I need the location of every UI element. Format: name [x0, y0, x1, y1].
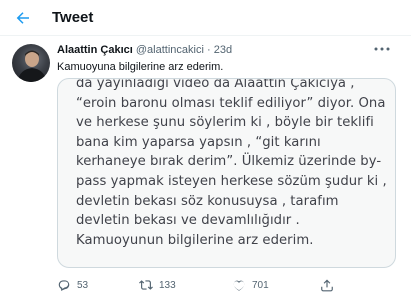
author-name[interactable]: Alaattin Çakıcı [57, 44, 133, 56]
author-handle[interactable]: @alattincakici [136, 44, 204, 56]
reply-icon [57, 278, 71, 292]
share-button[interactable] [320, 278, 334, 292]
retweet-count: 133 [159, 279, 176, 291]
retweet-icon [139, 278, 153, 292]
image-text-line: pass yapmak isteyen herkese sözüm şudur … [76, 173, 387, 189]
image-text-line: bana kim yaparsa yapsın , “git karını [76, 134, 321, 150]
tweet-text: Kamuoyuna bilgilerine arz ederim. [57, 61, 224, 73]
image-text-line: devletin bekası ve devamlılığıdır . [76, 213, 300, 229]
separator-dot: · [206, 44, 211, 56]
tweet-actions: 53 133 701 [57, 278, 396, 294]
image-text-line: ve herkese şunu söylerim ki , böyle bir … [76, 115, 374, 131]
tweet-header: Alaattin Çakıcı @alattincakici · 23d [57, 44, 232, 56]
avatar[interactable] [12, 44, 50, 82]
top-bar: Tweet [0, 0, 411, 36]
tweet-image[interactable]: da yayınladığı video da Alaattin Çakıcıy… [57, 78, 396, 268]
image-text: da yayınladığı video da Alaattin Çakıcıy… [76, 78, 395, 250]
retweet-button[interactable]: 133 [139, 278, 176, 292]
more-horizontal-icon[interactable] [373, 43, 391, 55]
reply-button[interactable]: 53 [57, 278, 88, 292]
image-text-line: kerhaneye bırak derim”. Ülkemiz üzerinde… [76, 154, 382, 170]
like-count: 701 [252, 279, 269, 291]
tweet-time[interactable]: 23d [214, 44, 232, 56]
image-text-line: “eroin baronu olması teklif ediliyor” di… [76, 95, 386, 111]
like-button[interactable]: 701 [232, 278, 269, 292]
share-icon [320, 278, 334, 292]
image-text-line: devletin bekası söz konusuysa , tarafım [76, 193, 339, 209]
back-arrow-icon[interactable] [14, 9, 32, 27]
reply-count: 53 [77, 279, 89, 291]
page-title: Tweet [52, 9, 94, 26]
like-icon [232, 278, 246, 292]
image-text-line: Kamuoyunun bilgilerine arz ederim. [76, 232, 314, 248]
image-text-line: da yayınladığı video da Alaattin Çakıcıy… [76, 78, 355, 91]
